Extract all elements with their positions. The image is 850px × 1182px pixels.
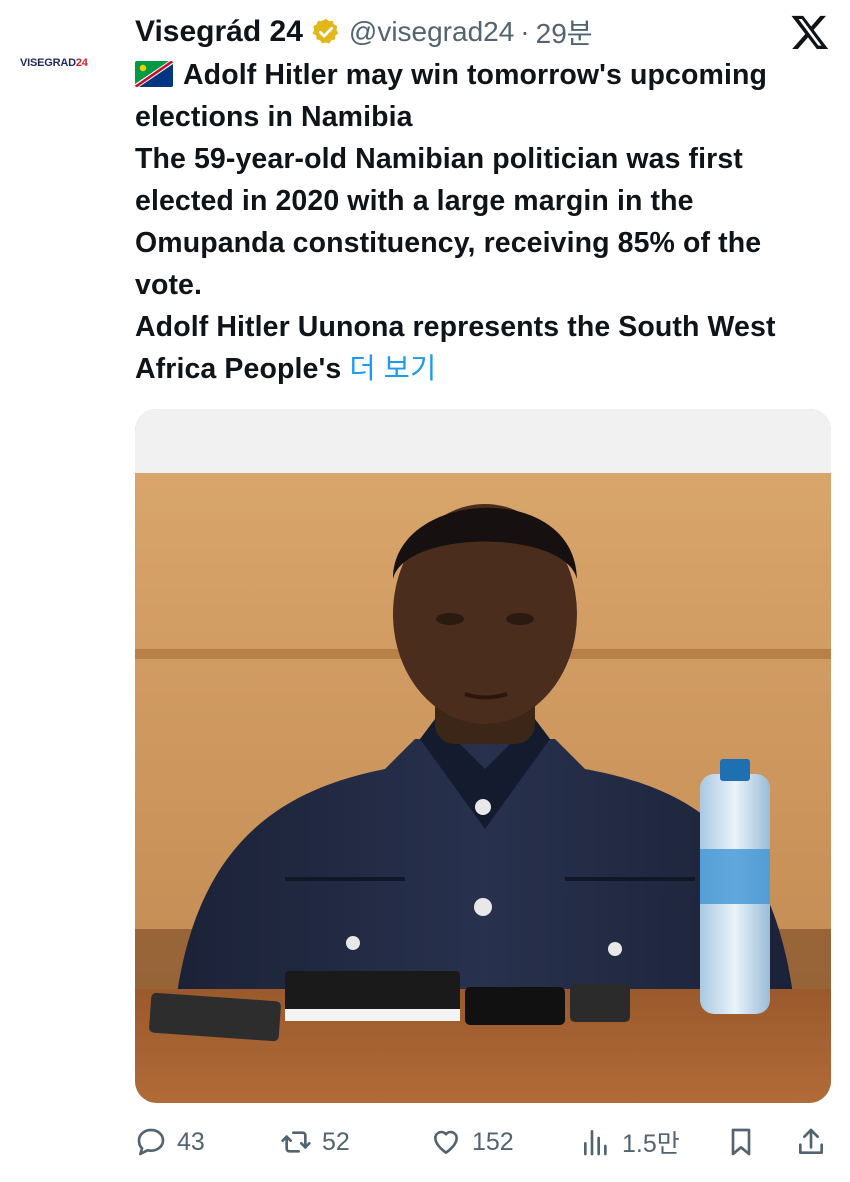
avatar[interactable]: VISEGRAD 24 [20, 48, 120, 78]
account-name[interactable]: Visegrád 24 [135, 15, 303, 49]
views-button[interactable]: 1.5만 [580, 1124, 680, 1160]
bookmark-icon [731, 1128, 751, 1156]
account-handle[interactable]: @visegrad24 [349, 16, 514, 48]
views-icon [584, 1130, 607, 1156]
tweet-time[interactable]: 29분 [536, 12, 593, 52]
tweet-header: Visegrád 24 @visegrad24 · 29분 [135, 10, 830, 54]
share-icon [799, 1128, 823, 1154]
tweet-line-3-text: Adolf Hitler Uunona represents the South… [135, 311, 776, 385]
tweet-headline: Adolf Hitler may win tomorrow's upcoming… [135, 59, 767, 133]
like-count: 152 [472, 1127, 514, 1156]
reply-icon [137, 1128, 165, 1156]
reply-count: 43 [177, 1127, 205, 1156]
repost-count: 52 [322, 1127, 350, 1156]
separator-dot: · [520, 16, 530, 47]
action-bar: 43 52 152 1.5만 [135, 1120, 830, 1164]
views-count: 1.5만 [622, 1130, 680, 1158]
share-button[interactable] [795, 1126, 837, 1158]
namibia-flag-icon [135, 61, 173, 87]
tweet-line-3: Adolf Hitler Uunona represents the South… [135, 306, 830, 390]
verified-badge-icon[interactable] [311, 17, 341, 47]
tweet-photo[interactable] [135, 409, 831, 1103]
reply-button[interactable]: 43 [135, 1126, 205, 1158]
tweet-line-1: Adolf Hitler may win tomorrow's upcoming… [135, 54, 830, 138]
bookmark-button[interactable] [725, 1126, 767, 1158]
show-more-link[interactable]: 더 보기 [349, 353, 436, 385]
repost-icon [281, 1131, 311, 1153]
repost-button[interactable]: 52 [280, 1126, 350, 1158]
avatar-text: VISEGRAD [20, 57, 76, 69]
heart-icon [434, 1130, 458, 1154]
like-button[interactable]: 152 [430, 1126, 514, 1158]
photo-illustration [135, 409, 831, 1103]
tweet-text: Adolf Hitler may win tomorrow's upcoming… [135, 54, 830, 390]
avatar-text-num: 24 [75, 57, 88, 69]
x-logo-icon[interactable] [790, 12, 830, 52]
tweet-line-2: The 59-year-old Namibian politician was … [135, 143, 762, 301]
